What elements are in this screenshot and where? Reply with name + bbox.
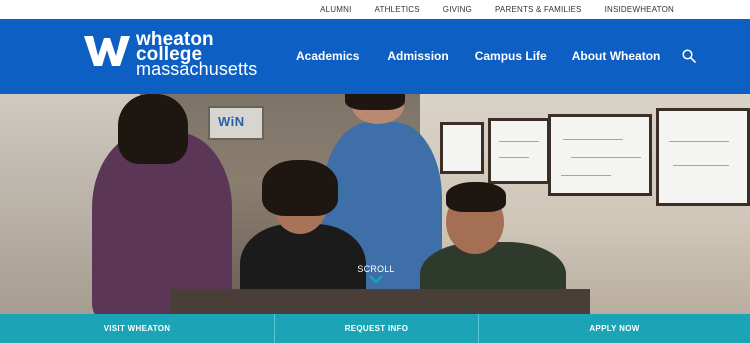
whiteboard [440, 122, 484, 174]
scroll-label: SCROLL [357, 264, 395, 274]
student-hair [446, 182, 506, 212]
study-table [170, 289, 590, 314]
utility-link-athletics[interactable]: ATHLETICS [375, 5, 420, 14]
visit-wheaton-button[interactable]: VISIT WHEATON [0, 314, 274, 343]
main-header: wheaton college massachusetts Academics … [0, 19, 750, 94]
search-icon[interactable] [682, 49, 697, 63]
student-hair [262, 160, 338, 216]
primary-nav: Academics Admission Campus Life About Wh… [296, 49, 697, 63]
utility-link-insidewheaton[interactable]: INSIDEWHEATON [605, 5, 674, 14]
utility-link-giving[interactable]: GIVING [443, 5, 472, 14]
cta-bar: VISIT WHEATON REQUEST INFO APPLY NOW [0, 314, 750, 343]
request-info-button[interactable]: REQUEST INFO [274, 314, 478, 343]
wheaton-w-logo-icon [84, 36, 130, 66]
wall-sign: WiN [208, 106, 264, 140]
chevron-down-icon [369, 275, 383, 284]
nav-about-wheaton[interactable]: About Wheaton [572, 49, 661, 63]
apply-now-button[interactable]: APPLY NOW [478, 314, 750, 343]
whiteboard [548, 114, 652, 196]
utility-link-alumni[interactable]: ALUMNI [320, 5, 351, 14]
win-sign-text: WiN [218, 114, 245, 129]
nav-campus-life[interactable]: Campus Life [475, 49, 547, 63]
whiteboard [656, 108, 750, 206]
student-hair [118, 94, 188, 164]
logo-line-massachusetts: massachusetts [136, 59, 258, 79]
utility-nav: ALUMNI ATHLETICS GIVING PARENTS & FAMILI… [0, 0, 750, 19]
college-logo[interactable]: wheaton college massachusetts [84, 30, 258, 79]
nav-admission[interactable]: Admission [387, 49, 448, 63]
scroll-indicator[interactable]: SCROLL [355, 264, 397, 284]
utility-link-parents-families[interactable]: PARENTS & FAMILIES [495, 5, 582, 14]
whiteboard [488, 118, 550, 184]
nav-academics[interactable]: Academics [296, 49, 359, 63]
student-hair [345, 94, 405, 110]
logo-wordmark: wheaton college massachusetts [136, 30, 258, 79]
